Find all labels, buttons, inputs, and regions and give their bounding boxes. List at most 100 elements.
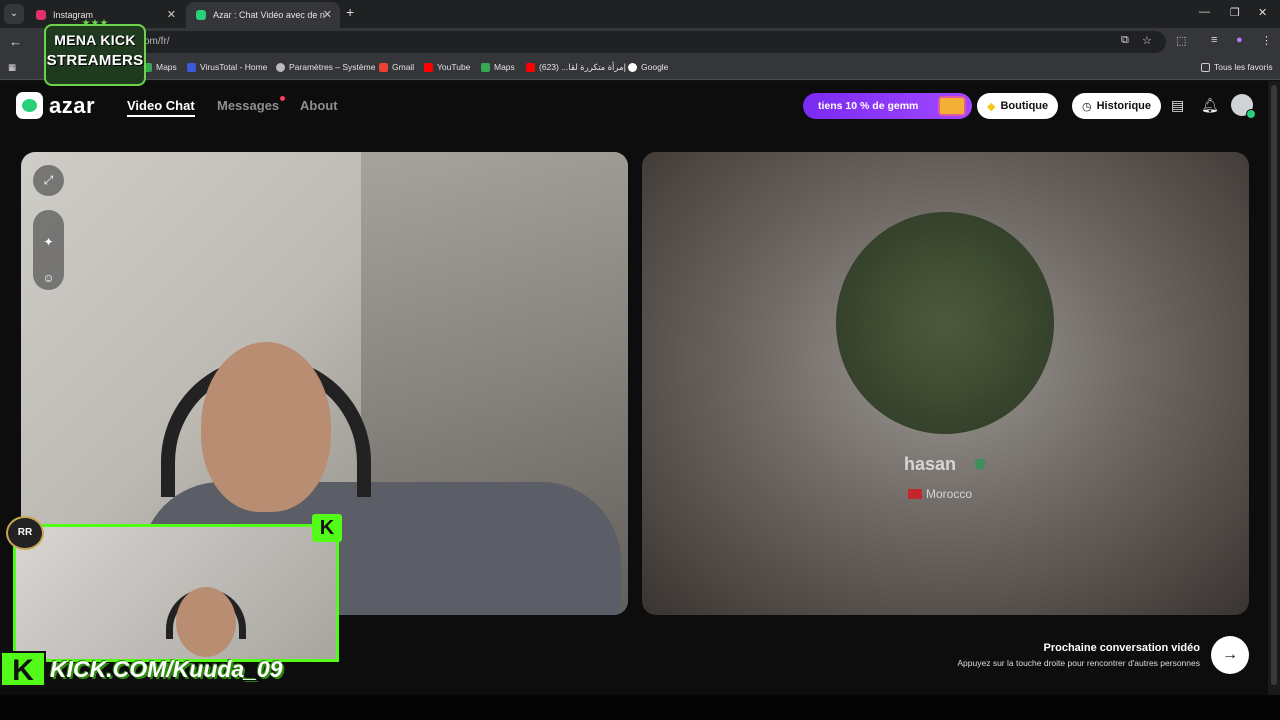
user-avatar[interactable] <box>1231 94 1256 119</box>
bookmark-parametres[interactable]: Paramètres – Système <box>276 62 375 72</box>
team-badge-icon: RR <box>6 516 44 550</box>
youtube-icon <box>424 62 433 72</box>
historique-label: Historique <box>1096 100 1152 112</box>
logo-line-1: MENA KICK <box>54 32 136 48</box>
maps-icon <box>481 62 490 72</box>
install-icon[interactable]: ⧉ <box>1121 34 1129 47</box>
bookmark-gmail[interactable]: Gmail <box>379 62 414 72</box>
virustotal-icon <box>187 62 196 72</box>
verified-shield-icon <box>975 459 985 470</box>
all-bookmarks[interactable]: Tous les favoris <box>1201 62 1273 72</box>
nav-about[interactable]: About <box>300 98 338 113</box>
azar-logo-icon <box>16 92 43 119</box>
next-arrow-button[interactable]: → <box>1211 636 1249 674</box>
inbox-icon[interactable]: ▤ <box>1171 97 1184 114</box>
close-tab-icon[interactable]: ✕ <box>323 8 332 21</box>
close-tab-icon[interactable]: ✕ <box>167 8 176 21</box>
online-badge <box>1246 109 1256 119</box>
browser-tab-strip: ⌄ Instagram ✕ Azar : Chat Vidéo avec de … <box>0 0 1280 28</box>
bookmark-youtube[interactable]: YouTube <box>424 62 470 72</box>
azar-logo[interactable]: azar <box>16 92 95 119</box>
next-conversation-hint: Appuyez sur la touche droite pour rencon… <box>957 658 1200 668</box>
nav-video-chat[interactable]: Video Chat <box>127 98 195 117</box>
bookmark-label: Maps <box>494 62 515 72</box>
azar-icon <box>196 10 206 20</box>
gem-icon: ◆ <box>987 100 996 113</box>
bookmark-virustotal[interactable]: VirusTotal - Home <box>187 62 267 72</box>
logo-line-2: STREAMERS <box>46 52 144 69</box>
bookmark-label: Google <box>641 62 669 72</box>
next-conversation-title: Prochaine conversation vidéo <box>1043 642 1201 654</box>
restore-icon[interactable]: ❐ <box>1230 6 1240 19</box>
page-scrollbar[interactable] <box>1268 81 1280 695</box>
bookmark-google[interactable]: Google <box>628 62 668 72</box>
tab-search-chevron-icon[interactable]: ⌄ <box>4 4 24 24</box>
bookmark-arabic-video[interactable]: إمرأة متكررة لقا... (623) <box>526 62 626 73</box>
bookmark-star-icon[interactable]: ☆ <box>1142 34 1152 47</box>
gear-icon <box>276 62 285 72</box>
browser-toolbar: ← om/fr/ ⧉ ☆ ⬚ ≡ ● ⋮ <box>0 28 1280 56</box>
clock-icon: ◷ <box>1082 100 1092 113</box>
apps-grid-icon[interactable]: ▦ <box>8 62 16 73</box>
bookmark-maps-2[interactable]: Maps <box>481 62 515 72</box>
magic-wand-icon[interactable]: ✦ <box>33 224 64 260</box>
bookmark-label: VirusTotal - Home <box>200 62 268 72</box>
face-filter-icon[interactable]: ☺ <box>33 260 64 296</box>
extensions-icon[interactable]: ⬚ <box>1176 34 1186 47</box>
bell-icon[interactable]: 🔔︎ <box>1201 97 1219 114</box>
person-head <box>201 342 331 512</box>
bookmark-label: Paramètres – Système <box>289 62 376 72</box>
profile-icon[interactable]: ● <box>1236 34 1243 46</box>
streamer-webcam <box>13 524 339 662</box>
peer-country: Morocco <box>908 487 972 501</box>
bookmark-label: YouTube <box>437 62 471 72</box>
arrow-right-icon: → <box>1222 646 1238 663</box>
gmail-icon <box>379 62 388 72</box>
tab-azar[interactable]: Azar : Chat Vidéo avec de n ✕ <box>186 2 340 28</box>
address-bar[interactable]: om/fr/ <box>58 31 1166 53</box>
tab-title: Azar : Chat Vidéo avec de n <box>213 10 325 20</box>
menu-dots-icon[interactable]: ⋮ <box>1261 34 1272 47</box>
messages-notification-dot <box>280 96 285 101</box>
peer-name: hasan <box>904 454 957 474</box>
webcam-person-head <box>176 587 236 657</box>
bookmark-label: Gmail <box>392 62 415 72</box>
address-url: om/fr/ <box>144 36 170 47</box>
bookmark-label: إمرأة متكررة لقا... (623) <box>539 62 626 72</box>
kick-badge-icon: K <box>312 514 342 542</box>
close-window-icon[interactable]: ✕ <box>1258 6 1267 19</box>
new-tab-icon[interactable]: + <box>346 4 354 20</box>
kick-channel-url: KICK.COM/Kuuda_09 <box>50 655 283 682</box>
expand-icon[interactable]: ⤢ <box>33 165 64 196</box>
bottom-strip <box>0 695 1280 720</box>
peer-avatar <box>836 212 1054 434</box>
back-icon[interactable]: ← <box>9 34 22 49</box>
logo-stars: ★★★ <box>81 18 109 29</box>
kick-channel-banner: K KICK.COM/Kuuda_09 <box>0 650 356 688</box>
boutique-label: Boutique <box>1000 100 1049 112</box>
nav-messages[interactable]: Messages <box>217 98 279 113</box>
historique-button[interactable]: ◷ Historique <box>1072 93 1162 119</box>
instagram-icon <box>36 10 46 20</box>
promo-text: tiens 10 % de gemm <box>818 100 919 112</box>
minimize-icon[interactable]: — <box>1199 6 1210 18</box>
mena-kick-streamers-logo: ★★★ MENA KICK STREAMERS <box>44 18 146 86</box>
treasure-chest-icon <box>938 96 966 116</box>
gem-promo-banner[interactable]: tiens 10 % de gemm <box>803 93 972 119</box>
kick-logo-icon: K <box>0 651 46 687</box>
morocco-flag-icon <box>908 489 922 499</box>
scrollbar-thumb[interactable] <box>1271 85 1277 685</box>
youtube-icon <box>526 63 535 72</box>
google-icon <box>628 62 637 72</box>
effects-toolbar: ✦ ☺ <box>33 210 64 290</box>
all-bookmarks-label: Tous les favoris <box>1214 62 1273 72</box>
folder-icon <box>1201 62 1210 72</box>
media-icon[interactable]: ≡ <box>1211 34 1217 46</box>
peer-video: hasan Morocco <box>642 152 1249 615</box>
boutique-button[interactable]: ◆ Boutique <box>977 93 1059 119</box>
bookmarks-bar: ▦ Maps VirusTotal - Home Paramètres – Sy… <box>0 56 1280 80</box>
azar-logo-text: azar <box>49 92 96 118</box>
bookmark-label: Maps <box>156 62 177 72</box>
bookmark-maps[interactable]: Maps <box>143 62 177 72</box>
peer-country-label: Morocco <box>926 487 973 501</box>
